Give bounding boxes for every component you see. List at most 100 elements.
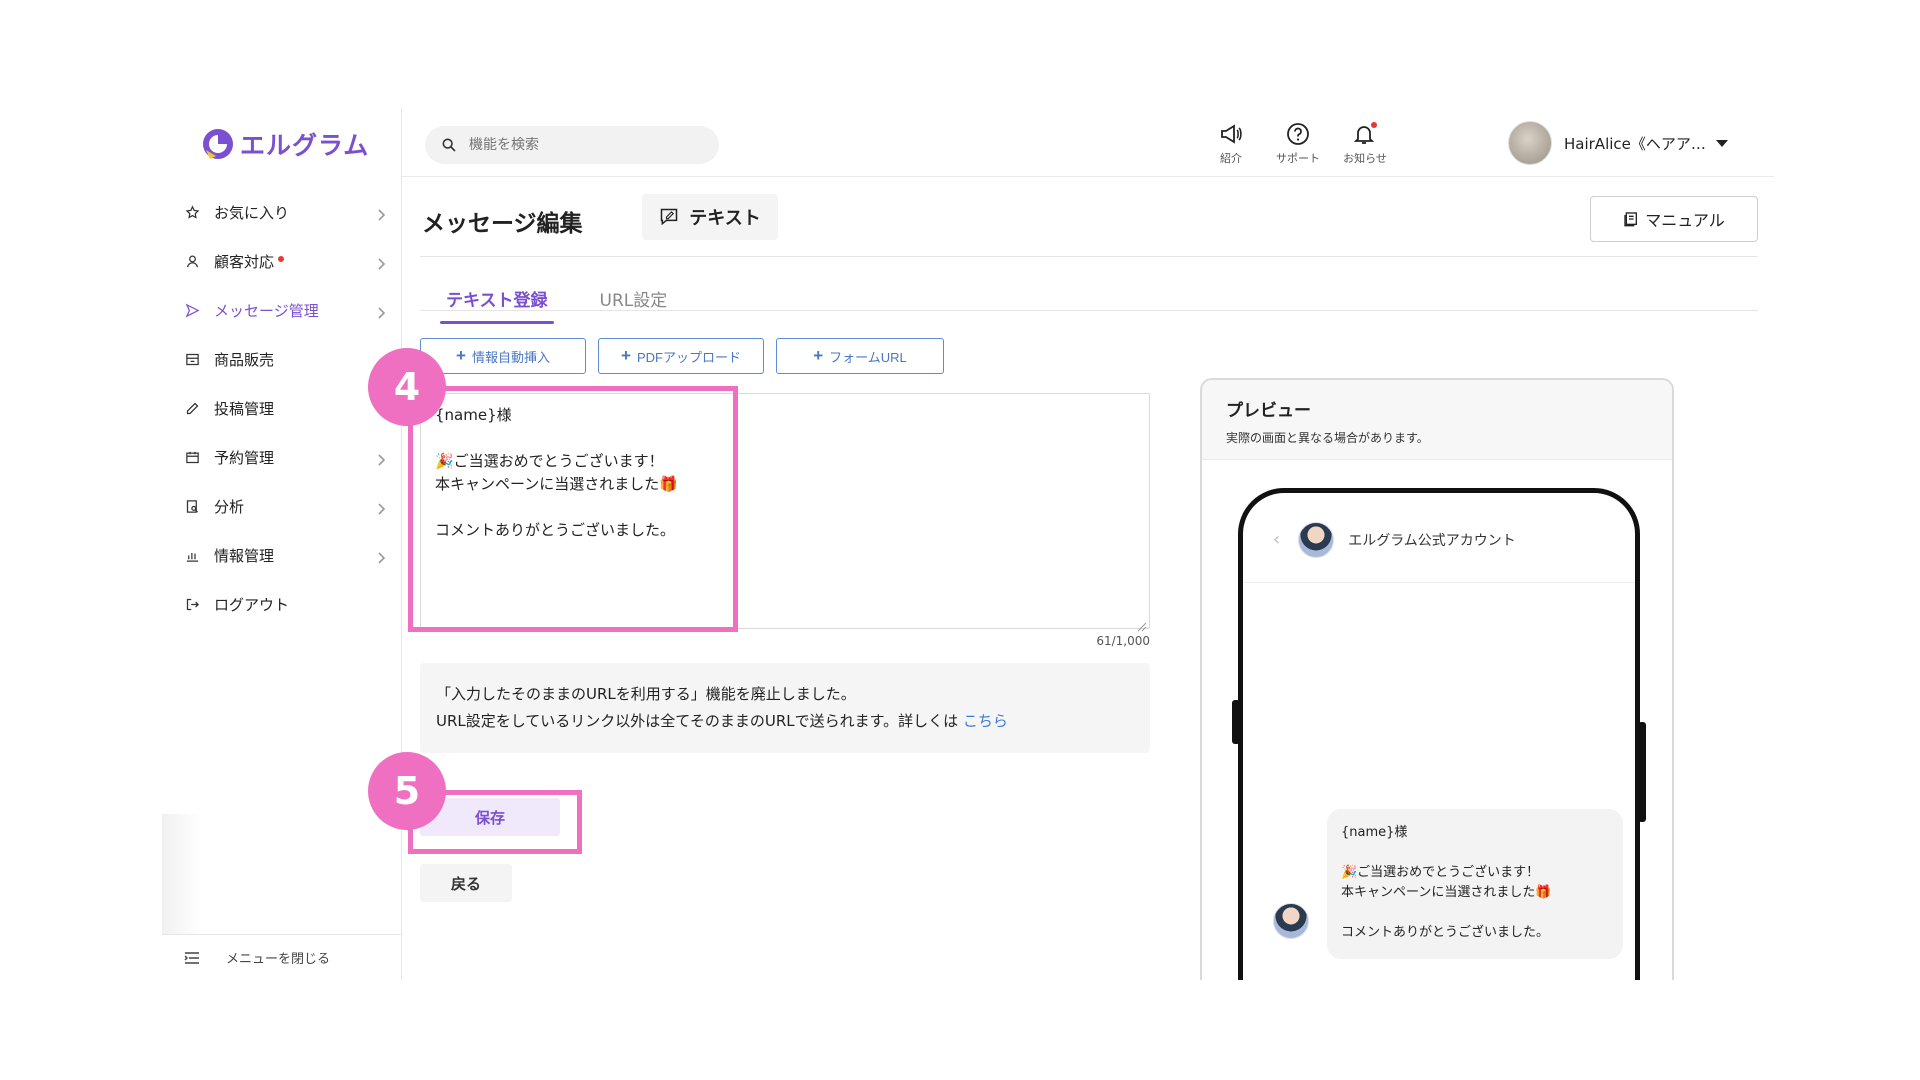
search-bar[interactable] [425, 126, 719, 164]
editor-tabs: テキスト登録 URL設定 [440, 280, 717, 324]
page-title: メッセージ編集 [422, 211, 583, 237]
sidebar-item-info-management[interactable]: 情報管理 [180, 531, 386, 580]
header-icon-label: お知らせ [1343, 152, 1387, 165]
alert-dot [278, 255, 285, 262]
chat-edit-icon [659, 207, 679, 227]
tab-url-settings[interactable]: URL設定 [598, 280, 670, 320]
bubble-line: {name}様 [1341, 825, 1408, 840]
header-notifications-button[interactable]: お知らせ [1335, 122, 1395, 172]
insert-auto-info-button[interactable]: + 情報自動挿入 [420, 338, 586, 374]
caret-down-icon [1715, 139, 1728, 147]
store-icon [184, 352, 200, 368]
sidebar-item-label: お気に入り [214, 204, 290, 222]
header-divider [402, 176, 1774, 177]
close-menu-button[interactable]: メニューを閉じる [162, 934, 402, 980]
sidebar-item-logout[interactable]: ログアウト [180, 580, 386, 629]
book-icon [1623, 211, 1639, 227]
chevron-right-icon [376, 207, 386, 221]
sidebar-item-label: 分析 [214, 498, 245, 516]
sidebar-item-label: 顧客対応 [214, 253, 275, 271]
manual-label: マニュアル [1645, 213, 1725, 230]
account-name: エルグラム公式アカウント [1348, 532, 1516, 549]
phone-side-button [1638, 722, 1646, 822]
chevron-left-icon: ‹ [1273, 529, 1281, 550]
phone-mockup: ‹ エルグラム公式アカウント {name}様 🎉ご当選おめでとうございます！ 本… [1238, 488, 1640, 980]
avatar [1508, 121, 1552, 165]
insert-button-label: 情報自動挿入 [471, 349, 550, 365]
account-avatar [1298, 521, 1335, 558]
close-menu-label: メニューを閉じる [226, 952, 331, 967]
title-divider [420, 256, 1758, 257]
form-url-button[interactable]: + フォームURL [776, 338, 944, 374]
pdf-upload-button[interactable]: + PDFアップロード [598, 338, 764, 374]
manual-button[interactable]: マニュアル [1590, 196, 1758, 242]
search-input[interactable] [469, 137, 689, 153]
bubble-line: 本キャンペーンに当選されました🎁 [1341, 885, 1552, 900]
message-avatar [1273, 903, 1309, 939]
bubble-line: コメントありがとうございました。 [1341, 925, 1550, 940]
preview-header: プレビュー 実際の画面と異なる場合があります。 [1202, 380, 1672, 460]
sidebar-item-post-management[interactable]: 投稿管理 [180, 384, 386, 433]
sidebar-item-favorites[interactable]: お気に入り [180, 188, 386, 237]
sidebar-item-message-management[interactable]: メッセージ管理 [180, 286, 386, 335]
logo-mark-icon [200, 126, 236, 162]
edit-icon [184, 401, 200, 417]
sidebar-item-analysis[interactable]: 分析 [180, 482, 386, 531]
header-intro-button[interactable]: 紹介 [1201, 122, 1261, 172]
header-icon-label: 紹介 [1220, 152, 1242, 165]
megaphone-icon [1201, 122, 1261, 146]
back-button[interactable]: 戻る [420, 864, 512, 902]
header-support-button[interactable]: サポート [1268, 122, 1328, 172]
sidebar-item-product-sales[interactable]: 商品販売 [180, 335, 386, 384]
insert-button-label: PDFアップロード [636, 349, 741, 365]
header-icon-label: サポート [1276, 152, 1320, 165]
preview-subtitle: 実際の画面と異なる場合があります。 [1226, 431, 1429, 445]
sidebar-item-label: メッセージ管理 [214, 302, 319, 320]
character-counter: 61/1,000 [1096, 634, 1150, 648]
sidebar-item-label: ログアウト [214, 596, 290, 614]
user-icon [184, 254, 200, 270]
chat-header: ‹ エルグラム公式アカウント [1243, 493, 1635, 583]
bubble-line: 🎉ご当選おめでとうございます！ [1341, 865, 1540, 880]
chevron-right-icon [376, 452, 386, 466]
sidebar: エルグラム お気に入り 顧客対応 メッセージ管理 商品販売 投稿管理 予約管理 … [162, 108, 402, 980]
resize-handle-icon[interactable] [1137, 616, 1147, 632]
plus-icon: + [456, 346, 466, 365]
user-menu[interactable]: HairAlice《ヘアア… [1508, 120, 1728, 166]
tabs-divider [420, 310, 1758, 311]
notice-line: 「入力したそのままのURLを利用する」機能を廃止しました。 [436, 685, 856, 703]
step-number-badge: 4 [368, 348, 446, 426]
notice-text: URL設定をしているリンク以外は全てそのままのURLで送られます。詳しくは [436, 712, 959, 730]
preview-panel: プレビュー 実際の画面と異なる場合があります。 ‹ エルグラム公式アカウント {… [1200, 378, 1674, 980]
brand-logo[interactable]: エルグラム [200, 124, 369, 164]
send-icon [184, 303, 200, 319]
sidebar-item-label: 情報管理 [214, 547, 275, 565]
scroll-shadow [162, 814, 202, 934]
bar-chart-icon [184, 548, 200, 564]
sidebar-item-customer-support[interactable]: 顧客対応 [180, 237, 386, 286]
brand-name: エルグラム [240, 131, 370, 160]
sidebar-nav: お気に入り 顧客対応 メッセージ管理 商品販売 投稿管理 予約管理 分析 情報管… [180, 188, 386, 629]
chevron-right-icon [376, 501, 386, 515]
sidebar-item-reservation-management[interactable]: 予約管理 [180, 433, 386, 482]
message-type-badge: テキスト [642, 194, 778, 240]
sidebar-item-label: 予約管理 [214, 449, 275, 467]
plus-icon: + [813, 346, 824, 365]
step-number-badge: 5 [368, 752, 446, 830]
message-type-label: テキスト [689, 208, 761, 229]
sidebar-item-label: 商品販売 [214, 351, 275, 369]
chevron-right-icon [376, 550, 386, 564]
menu-collapse-icon [184, 951, 200, 965]
tab-text-registration[interactable]: テキスト登録 [440, 280, 553, 324]
chevron-right-icon [376, 256, 386, 270]
search-icon [441, 137, 457, 153]
message-bubble: {name}様 🎉ご当選おめでとうございます！ 本キャンペーンに当選されました🎁… [1327, 809, 1623, 959]
notice-line-2: URL設定をしているリンク以外は全てそのままのURLで送られます。詳しくは こち… [436, 708, 1134, 735]
details-link[interactable]: こちら [963, 712, 1008, 730]
preview-title: プレビュー [1226, 401, 1311, 421]
star-icon [184, 205, 200, 221]
logout-icon [184, 597, 200, 613]
insert-button-label: フォームURL [829, 349, 907, 365]
phone-side-button [1232, 700, 1240, 744]
app-window: エルグラム お気に入り 顧客対応 メッセージ管理 商品販売 投稿管理 予約管理 … [162, 108, 1774, 980]
